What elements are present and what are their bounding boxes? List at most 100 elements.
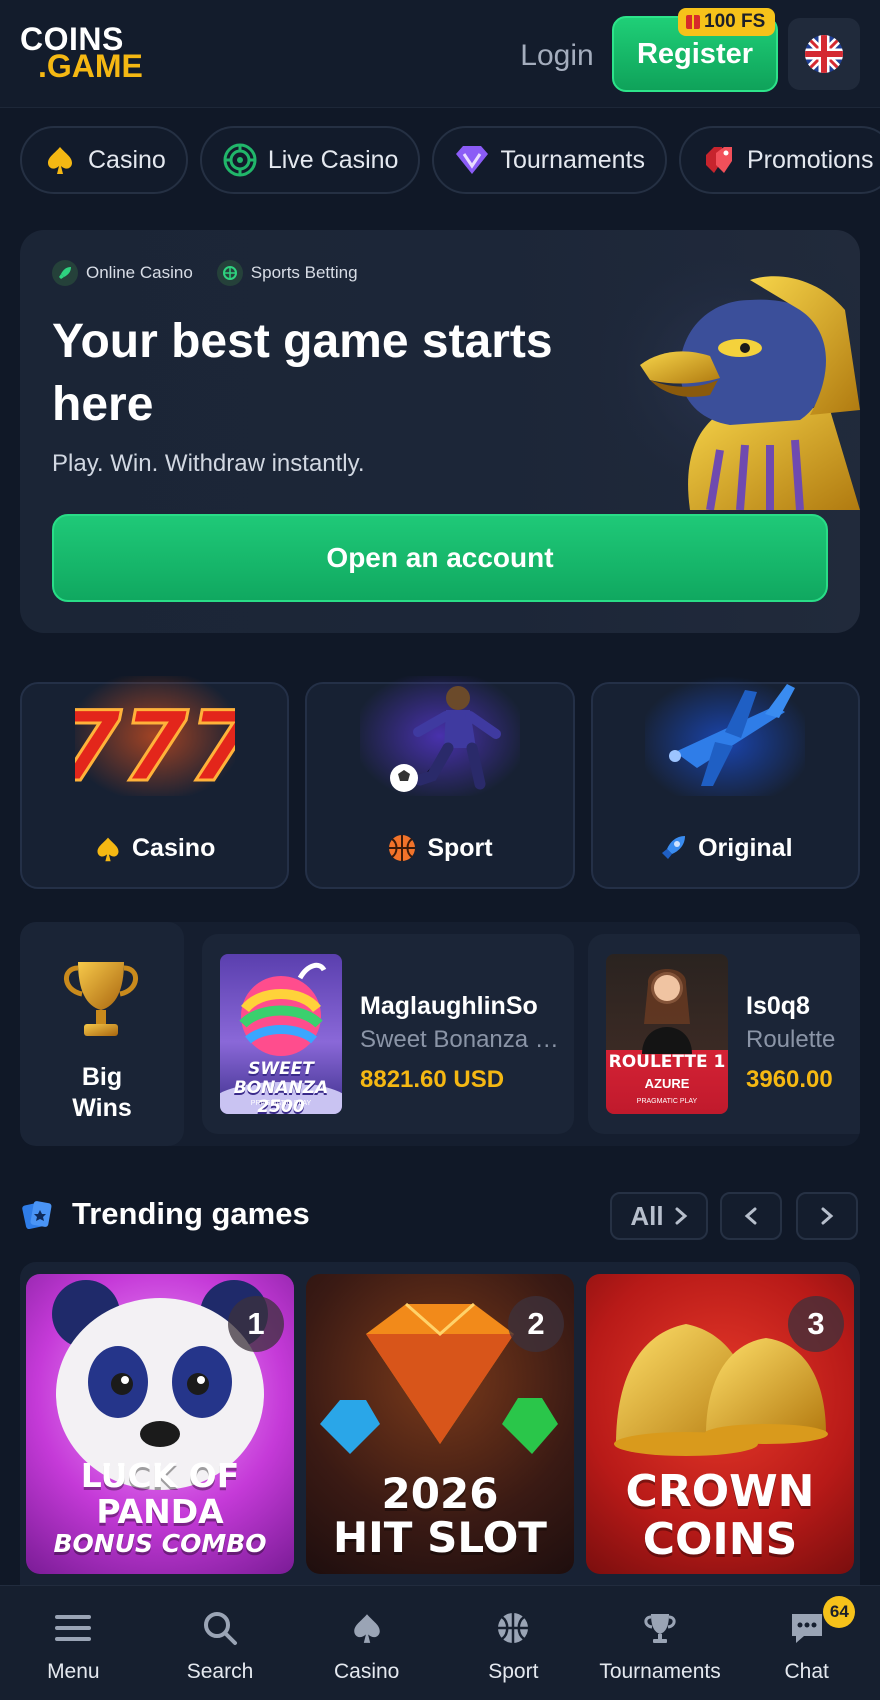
coins-game-logo[interactable]: COINS .GAME <box>20 23 143 84</box>
basketball-icon <box>389 835 416 861</box>
bottom-tab-search[interactable]: Search <box>147 1586 294 1700</box>
trending-rank-badge: 1 <box>228 1296 284 1352</box>
menu-icon <box>53 1608 93 1648</box>
hero-tags: Online Casino Sports Betting <box>52 260 358 286</box>
game-thumbnail-roulette: ROULETTE 1 AZURE PRAGMATIC PLAY <box>606 954 728 1114</box>
thumb-provider: PRAGMATIC PLAY <box>636 1098 698 1105</box>
pill-label: Promotions <box>747 145 874 174</box>
hero-tag-online-casino: Online Casino <box>52 260 193 286</box>
carousel-prev-button[interactable] <box>720 1192 782 1240</box>
bottom-tab-menu[interactable]: Menu <box>0 1586 147 1700</box>
spade-icon <box>42 142 78 178</box>
big-wins-title: Big Wins <box>20 1062 184 1124</box>
playing-cards-icon <box>22 1201 52 1230</box>
chat-unread-badge: 64 <box>823 1596 856 1628</box>
category-label: Casino <box>22 834 287 863</box>
trending-rank-badge: 3 <box>788 1296 844 1352</box>
pill-label: Tournaments <box>500 145 645 174</box>
game-tile-title: LUCK OF PANDA BONUS COMBO <box>26 1458 294 1558</box>
category-label-text: Casino <box>131 834 216 862</box>
bottom-navigation: Menu Search Casino Sport Tournaments 64 … <box>0 1585 880 1700</box>
category-pills: Casino Live Casino Tournaments Promotion… <box>20 126 880 194</box>
trophy-icon <box>64 962 138 1036</box>
trophy-icon <box>640 1608 680 1648</box>
open-account-button[interactable]: Open an account <box>52 514 828 602</box>
airplane-illustration <box>645 676 806 796</box>
bottom-tab-label: Chat <box>784 1660 829 1683</box>
dealer-art <box>642 969 692 1054</box>
big-wins-line1: Big <box>81 1063 123 1091</box>
pill-casino[interactable]: Casino <box>20 126 188 194</box>
winner-amount: 3960.00 <box>746 1066 833 1093</box>
pill-live-casino[interactable]: Live Casino <box>199 126 421 194</box>
view-all-button[interactable]: All <box>610 1192 708 1240</box>
login-button[interactable]: Login <box>514 34 600 78</box>
game-tile-2026-hit-slot[interactable]: 2 2026 HIT SLOT <box>306 1274 574 1574</box>
pill-label: Live Casino <box>267 145 399 174</box>
trending-rank-badge: 2 <box>508 1296 564 1352</box>
game-title-line2: COINS <box>642 1514 798 1565</box>
thumb-subtitle: AZURE <box>644 1076 690 1091</box>
category-card-original[interactable]: Original <box>590 676 860 889</box>
game-thumbnail-sweet-bonanza: SWEET BONANZA 2500 PRAGMATIC PLAY <box>220 954 342 1114</box>
basketball-icon <box>493 1608 533 1648</box>
big-wins-label-card: Big Wins <box>20 922 184 1146</box>
hero-tag-label: Online Casino <box>86 263 193 282</box>
ball-icon <box>216 260 243 286</box>
svg-text:777: 777 <box>75 691 235 796</box>
hero-title: Your best game starts here <box>52 315 553 431</box>
spade-icon <box>347 1608 387 1648</box>
big-win-card[interactable]: SWEET BONANZA 2500 PRAGMATIC PLAY Maglau… <box>202 934 574 1134</box>
game-tile-title: 2026 HIT SLOT <box>306 1472 574 1560</box>
top-header: COINS .GAME Login Register 100 FS <box>0 0 880 108</box>
search-icon <box>200 1608 240 1648</box>
hero-tag-sports-betting: Sports Betting <box>216 260 358 286</box>
game-tile-luck-of-panda[interactable]: 1 LUCK OF PANDA BONUS COMBO <box>26 1274 294 1574</box>
game-tile-crown-coins[interactable]: 3 CROWN COINS <box>586 1274 854 1574</box>
carousel-next-button[interactable] <box>796 1192 858 1240</box>
tag-icon <box>701 142 737 178</box>
big-win-card[interactable]: ROULETTE 1 AZURE PRAGMATIC PLAY Is0q8 Ro… <box>588 934 860 1134</box>
bottom-tab-chat[interactable]: 64 Chat <box>733 1586 880 1700</box>
trending-header: Trending games All <box>20 1190 860 1240</box>
category-card-sport[interactable]: Sport <box>305 676 575 889</box>
chevron-right-icon <box>675 1207 687 1225</box>
bottom-tab-label: Search <box>186 1660 254 1683</box>
bottom-tab-sport[interactable]: Sport <box>440 1586 587 1700</box>
winner-username: MaglaughlinSo <box>360 992 538 1020</box>
chevron-right-icon <box>821 1207 834 1225</box>
winner-game-name: Sweet Bonanza 2500 <box>360 1026 560 1053</box>
diamond-icon <box>454 142 490 178</box>
pill-label: Casino <box>88 145 166 174</box>
roulette-icon <box>222 142 258 178</box>
thumb-provider: PRAGMATIC PLAY <box>250 1100 312 1107</box>
winner-username: Is0q8 <box>746 992 810 1020</box>
game-title-line1: CROWN <box>625 1466 815 1517</box>
pill-tournaments[interactable]: Tournaments <box>432 126 667 194</box>
bottom-tab-label: Sport <box>488 1660 539 1683</box>
category-label: Original <box>593 833 858 863</box>
thumb-title: ROULETTE 1 <box>608 1052 726 1072</box>
game-title-line2: HIT SLOT <box>333 1513 547 1562</box>
game-title-line1: 2026 <box>381 1469 499 1518</box>
777-slot-illustration: 777 <box>74 676 235 796</box>
rocket-icon <box>52 260 78 286</box>
language-selector[interactable] <box>788 18 860 90</box>
game-title-line2: BONUS COMBO <box>53 1529 267 1558</box>
chat-icon <box>787 1608 827 1648</box>
register-label: Register <box>636 37 754 70</box>
pill-promotions[interactable]: Promotions <box>679 126 880 194</box>
winner-game-name: Roulette <box>746 1026 836 1053</box>
bottom-tab-tournaments[interactable]: Tournaments <box>587 1586 734 1700</box>
gift-icon <box>686 15 700 29</box>
logo-text-game: .GAME <box>38 48 143 84</box>
soccer-player-illustration <box>359 676 520 796</box>
category-card-casino[interactable]: 777 Casino <box>20 676 290 889</box>
big-wins-line2: Wins <box>72 1094 132 1122</box>
big-wins-strip: Big Wins SWEET BONANZA 2500 PRAGMATIC PL… <box>20 922 860 1146</box>
chevron-left-icon <box>744 1207 757 1225</box>
rocket-icon <box>662 836 686 859</box>
trending-games-row: 1 LUCK OF PANDA BONUS COMBO 2 2026 HIT S… <box>20 1262 860 1592</box>
bottom-tab-casino[interactable]: Casino <box>293 1586 440 1700</box>
hero-banner: Online Casino Sports Betting Your best g… <box>20 230 860 633</box>
